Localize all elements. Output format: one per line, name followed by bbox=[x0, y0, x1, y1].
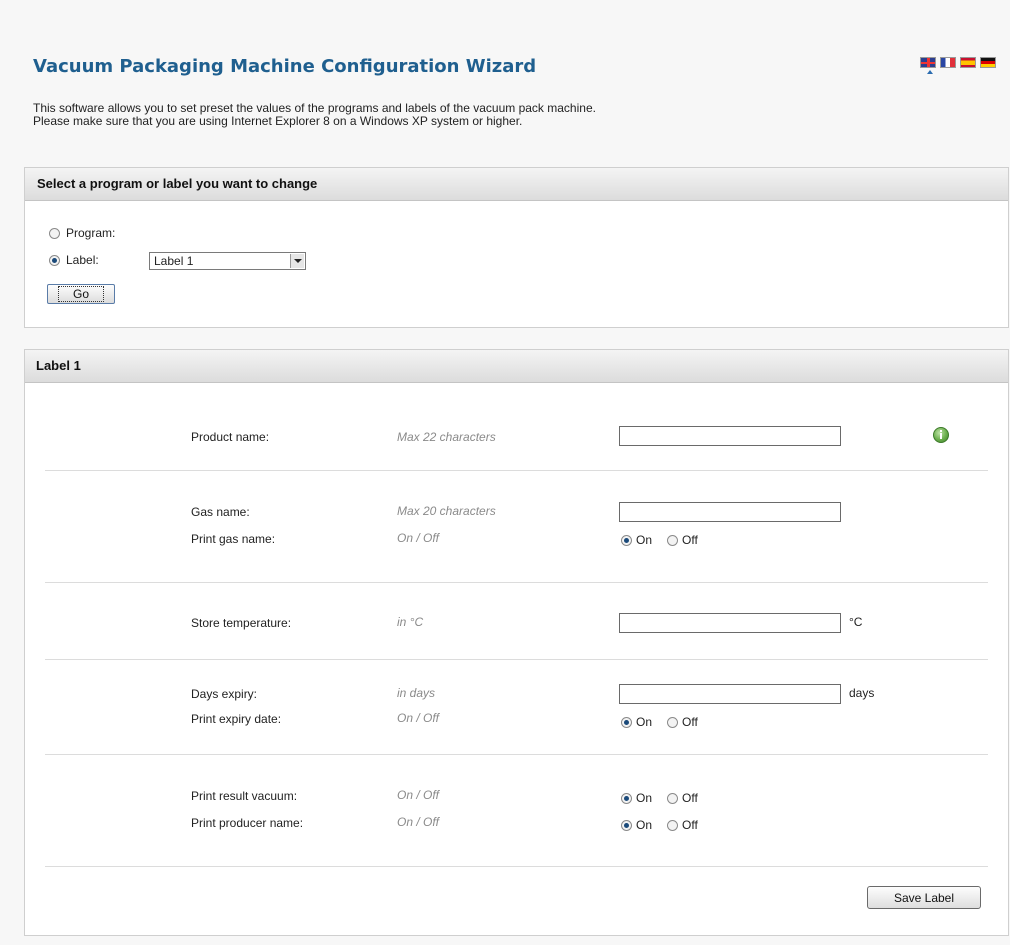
gas-name-hint: Max 20 characters bbox=[397, 504, 496, 518]
go-button-label: Go bbox=[57, 286, 104, 302]
print-result-vacuum-toggle: On Off bbox=[621, 791, 713, 805]
go-button[interactable]: Go bbox=[47, 284, 115, 304]
print-result-vacuum-off[interactable]: Off bbox=[667, 791, 698, 805]
print-result-vacuum-off-radio[interactable] bbox=[667, 792, 679, 804]
print-expiry-date-off-radio[interactable] bbox=[667, 716, 679, 728]
print-producer-name-off[interactable]: Off bbox=[667, 818, 698, 832]
selector-panel-header: Select a program or label you want to ch… bbox=[25, 168, 1008, 201]
label-select-value: Label 1 bbox=[154, 254, 194, 268]
product-name-input[interactable] bbox=[619, 426, 841, 446]
divider bbox=[45, 659, 988, 660]
es-flag-icon[interactable] bbox=[960, 57, 976, 68]
language-selector bbox=[920, 57, 996, 68]
store-temperature-hint: in °C bbox=[397, 615, 424, 629]
print-gas-name-on[interactable]: On bbox=[621, 533, 652, 547]
store-temperature-input[interactable] bbox=[619, 613, 841, 633]
print-producer-name-off-radio[interactable] bbox=[667, 819, 679, 831]
off-label: Off bbox=[682, 791, 698, 805]
print-producer-name-on-radio[interactable] bbox=[621, 819, 632, 831]
de-flag-icon[interactable] bbox=[980, 57, 996, 68]
print-expiry-date-off[interactable]: Off bbox=[667, 715, 698, 729]
label-form-panel: Label 1 Product name: Max 22 characters … bbox=[24, 349, 1009, 936]
on-label: On bbox=[636, 533, 653, 547]
uk-flag-icon[interactable] bbox=[920, 57, 936, 68]
print-producer-name-hint: On / Off bbox=[397, 815, 440, 829]
print-expiry-date-toggle: On Off bbox=[621, 715, 713, 729]
label-select[interactable]: Label 1 bbox=[149, 252, 306, 270]
off-label: Off bbox=[682, 818, 698, 832]
selected-language-marker-icon bbox=[927, 70, 933, 74]
intro-line-2: Please make sure that you are using Inte… bbox=[33, 114, 523, 128]
info-icon[interactable] bbox=[933, 427, 949, 443]
on-label: On bbox=[636, 791, 653, 805]
print-producer-name-label: Print producer name: bbox=[191, 816, 304, 830]
fr-flag-icon[interactable] bbox=[940, 57, 956, 68]
print-result-vacuum-on-radio[interactable] bbox=[621, 792, 632, 804]
page-title: Vacuum Packaging Machine Configuration W… bbox=[33, 56, 537, 77]
print-expiry-date-label: Print expiry date: bbox=[191, 712, 282, 726]
divider bbox=[45, 470, 988, 471]
print-expiry-date-on-radio[interactable] bbox=[621, 716, 632, 728]
print-gas-name-toggle: On Off bbox=[621, 533, 713, 547]
days-expiry-hint: in days bbox=[397, 686, 436, 700]
print-result-vacuum-on[interactable]: On bbox=[621, 791, 652, 805]
print-gas-name-off-radio[interactable] bbox=[667, 534, 679, 546]
gas-name-label: Gas name: bbox=[191, 505, 250, 519]
intro-text: This software allows you to set preset t… bbox=[33, 102, 596, 128]
program-radio[interactable] bbox=[49, 227, 60, 239]
days-expiry-unit: days bbox=[849, 686, 875, 700]
label-option-label: Label: bbox=[66, 253, 99, 267]
label-form-header: Label 1 bbox=[25, 350, 1008, 383]
store-temperature-unit: °C bbox=[849, 615, 863, 629]
divider bbox=[45, 866, 988, 867]
off-label: Off bbox=[682, 715, 698, 729]
store-temperature-label: Store temperature: bbox=[191, 616, 292, 630]
print-producer-name-on[interactable]: On bbox=[621, 818, 652, 832]
program-option[interactable]: Program: bbox=[49, 226, 115, 240]
gas-name-input[interactable] bbox=[619, 502, 841, 522]
print-gas-name-label: Print gas name: bbox=[191, 532, 276, 546]
product-name-label: Product name: bbox=[191, 430, 270, 444]
divider bbox=[45, 582, 988, 583]
print-expiry-date-on[interactable]: On bbox=[621, 715, 652, 729]
print-result-vacuum-hint: On / Off bbox=[397, 788, 440, 802]
print-result-vacuum-label: Print result vacuum: bbox=[191, 789, 298, 803]
print-gas-name-on-radio[interactable] bbox=[621, 534, 632, 546]
on-label: On bbox=[636, 715, 653, 729]
on-label: On bbox=[636, 818, 653, 832]
label-radio[interactable] bbox=[49, 254, 60, 266]
divider bbox=[45, 754, 988, 755]
save-label-button[interactable]: Save Label bbox=[867, 886, 981, 909]
days-expiry-input[interactable] bbox=[619, 684, 841, 704]
print-expiry-date-hint: On / Off bbox=[397, 711, 440, 725]
print-producer-name-toggle: On Off bbox=[621, 818, 713, 832]
print-gas-name-off[interactable]: Off bbox=[667, 533, 698, 547]
selector-panel: Select a program or label you want to ch… bbox=[24, 167, 1009, 328]
program-option-label: Program: bbox=[66, 226, 116, 240]
days-expiry-label: Days expiry: bbox=[191, 687, 258, 701]
label-option[interactable]: Label: bbox=[49, 253, 99, 267]
off-label: Off bbox=[682, 533, 698, 547]
chevron-down-icon[interactable] bbox=[290, 254, 304, 268]
product-name-hint: Max 22 characters bbox=[397, 430, 496, 444]
print-gas-name-hint: On / Off bbox=[397, 531, 440, 545]
